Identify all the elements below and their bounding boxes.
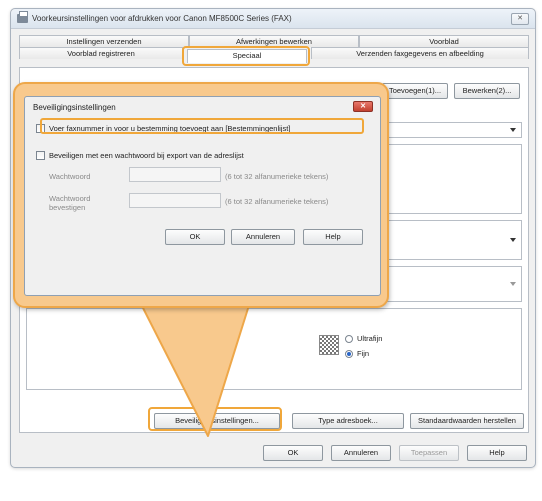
- close-icon[interactable]: ✕: [353, 101, 373, 112]
- confirm-hint: (6 tot 32 alfanumerieke tekens): [225, 197, 329, 206]
- annuleren-button[interactable]: Annuleren: [331, 445, 391, 461]
- security-dialog-title: Beveiligingsinstellingen: [33, 103, 116, 112]
- tab-voorblad-registreren[interactable]: Voorblad registreren: [19, 47, 183, 59]
- confirm-label-line1: Wachtwoord: [49, 194, 91, 203]
- toevoegen-button[interactable]: Toevoegen(1)...: [382, 83, 448, 99]
- radio-fijn[interactable]: [345, 350, 353, 358]
- toepassen-button: Toepassen: [399, 445, 459, 461]
- password-field: [129, 167, 221, 182]
- help-button[interactable]: Help: [467, 445, 527, 461]
- resolution-preview-icon: [319, 335, 339, 355]
- radio-ultrafijn[interactable]: [345, 335, 353, 343]
- window-title: Voorkeursinstellingen voor afdrukken voo…: [32, 14, 292, 23]
- tab-voorblad[interactable]: Voorblad: [359, 35, 529, 47]
- security-annuleren-button[interactable]: Annuleren: [231, 229, 295, 245]
- radio-ultrafijn-label: Ultrafijn: [357, 334, 383, 343]
- password-protect-checkbox-label: Beveiligen met een wachtwoord bij export…: [49, 151, 244, 160]
- tab-instellingen-verzenden[interactable]: Instellingen verzenden: [19, 35, 189, 47]
- chevron-down-icon: [510, 128, 516, 132]
- tab-speciaal[interactable]: Speciaal: [187, 49, 307, 63]
- tab-verzenden-faxgegevens[interactable]: Verzenden faxgegevens en afbeelding: [311, 47, 529, 59]
- confirm-label-line2: bevestigen: [49, 203, 86, 212]
- security-ok-button[interactable]: OK: [165, 229, 225, 245]
- fax-checkbox-highlight: [40, 118, 364, 134]
- resolution-label: Resolutie: [187, 312, 219, 321]
- callout-bubble: Beveiligingsinstellingen ✕ Voer faxnumme…: [13, 82, 389, 308]
- security-button-highlight: [148, 407, 282, 431]
- password-protect-checkbox[interactable]: [36, 151, 45, 160]
- chevron-down-icon: [510, 282, 516, 286]
- printer-icon: [17, 11, 28, 23]
- bewerken-button[interactable]: Bewerken(2)...: [454, 83, 520, 99]
- resolution-group: Resolutie Ultrafijn Fijn: [26, 308, 522, 390]
- title-bar: Voorkeursinstellingen voor afdrukken voo…: [11, 9, 535, 29]
- radio-fijn-label: Fijn: [357, 349, 370, 358]
- password-hint: (6 tot 32 alfanumerieke tekens): [225, 172, 329, 181]
- close-button[interactable]: ✕: [511, 13, 529, 25]
- password-label: Wachtwoord: [49, 172, 91, 181]
- type-adresboek-button[interactable]: Type adresboek...: [292, 413, 404, 429]
- security-help-button[interactable]: Help: [303, 229, 363, 245]
- standaardwaarden-button[interactable]: Standaardwaarden herstellen: [410, 413, 524, 429]
- chevron-down-icon: [510, 238, 516, 242]
- ok-button[interactable]: OK: [263, 445, 323, 461]
- confirm-password-field: [129, 193, 221, 208]
